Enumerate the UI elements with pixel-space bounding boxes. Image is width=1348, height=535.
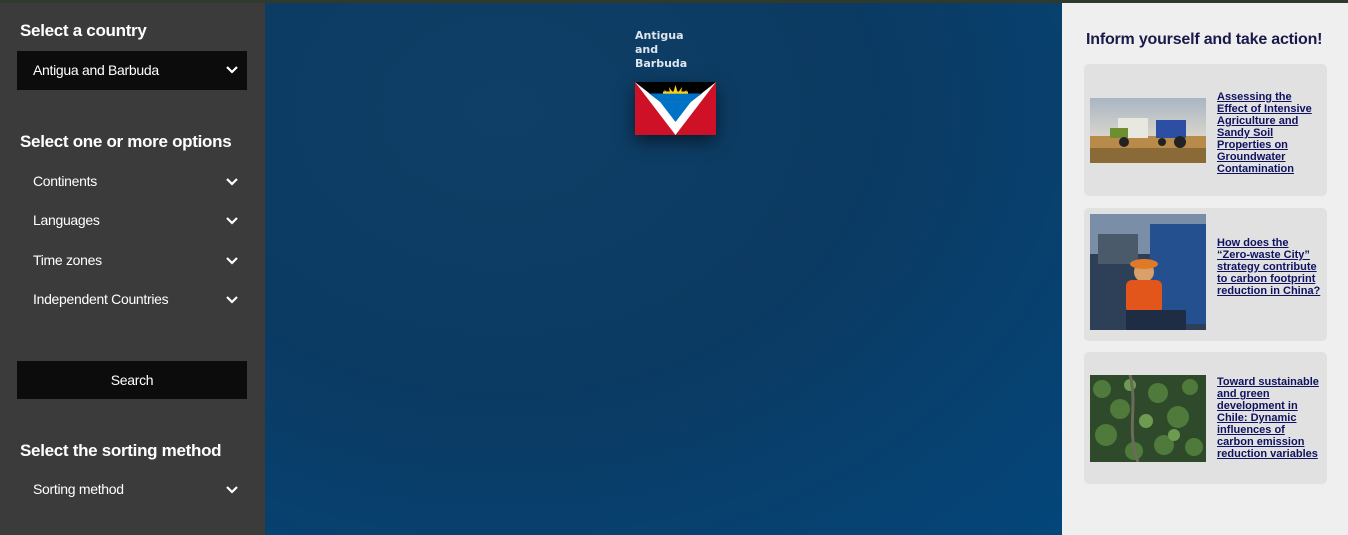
info-panel: Inform yourself and take action! Assessi… xyxy=(1062,3,1348,535)
results-area: Antigua and Barbuda xyxy=(265,3,1062,535)
antigua-flag-icon[interactable] xyxy=(635,82,716,135)
continents-label: Continents xyxy=(33,173,97,189)
independent-countries-dropdown[interactable]: Independent Countries xyxy=(17,284,247,314)
sorting-method-dropdown[interactable]: Sorting method xyxy=(17,474,247,504)
languages-dropdown[interactable]: Languages xyxy=(17,205,247,235)
forest-image[interactable] xyxy=(1090,375,1206,462)
select-country-heading: Select a country xyxy=(20,21,147,40)
info-panel-title: Inform yourself and take action! xyxy=(1086,31,1323,48)
sorting-method-label: Sorting method xyxy=(33,481,124,497)
article-card[interactable]: How does the “Zero-waste City” strategy … xyxy=(1084,208,1327,341)
continents-dropdown[interactable]: Continents xyxy=(17,166,247,196)
select-options-heading: Select one or more options xyxy=(20,132,232,151)
harvester-image[interactable] xyxy=(1090,98,1206,163)
chevron-down-icon xyxy=(225,216,239,226)
chevron-down-icon xyxy=(225,256,239,266)
article-card[interactable]: Toward sustainable and green development… xyxy=(1084,352,1327,484)
chevron-down-icon xyxy=(225,295,239,305)
country-card-name: Antigua and Barbuda xyxy=(635,29,688,70)
waste-worker-image[interactable] xyxy=(1090,214,1206,330)
article-link[interactable]: How does the “Zero-waste City” strategy … xyxy=(1217,237,1323,297)
time-zones-dropdown[interactable]: Time zones xyxy=(17,245,247,275)
country-select-value: Antigua and Barbuda xyxy=(33,62,159,78)
chevron-down-icon xyxy=(225,65,239,75)
chevron-down-icon xyxy=(225,177,239,187)
country-select[interactable]: Antigua and Barbuda xyxy=(17,51,247,90)
article-link[interactable]: Assessing the Effect of Intensive Agricu… xyxy=(1217,91,1323,175)
search-button[interactable]: Search xyxy=(17,361,247,399)
filter-sidebar: Select a country Antigua and Barbuda Sel… xyxy=(0,3,265,535)
sorting-heading: Select the sorting method xyxy=(20,441,222,460)
article-link[interactable]: Toward sustainable and green development… xyxy=(1217,376,1323,460)
independent-countries-label: Independent Countries xyxy=(33,291,169,307)
article-card[interactable]: Assessing the Effect of Intensive Agricu… xyxy=(1084,64,1327,196)
languages-label: Languages xyxy=(33,212,100,228)
chevron-down-icon xyxy=(225,485,239,495)
time-zones-label: Time zones xyxy=(33,252,102,268)
